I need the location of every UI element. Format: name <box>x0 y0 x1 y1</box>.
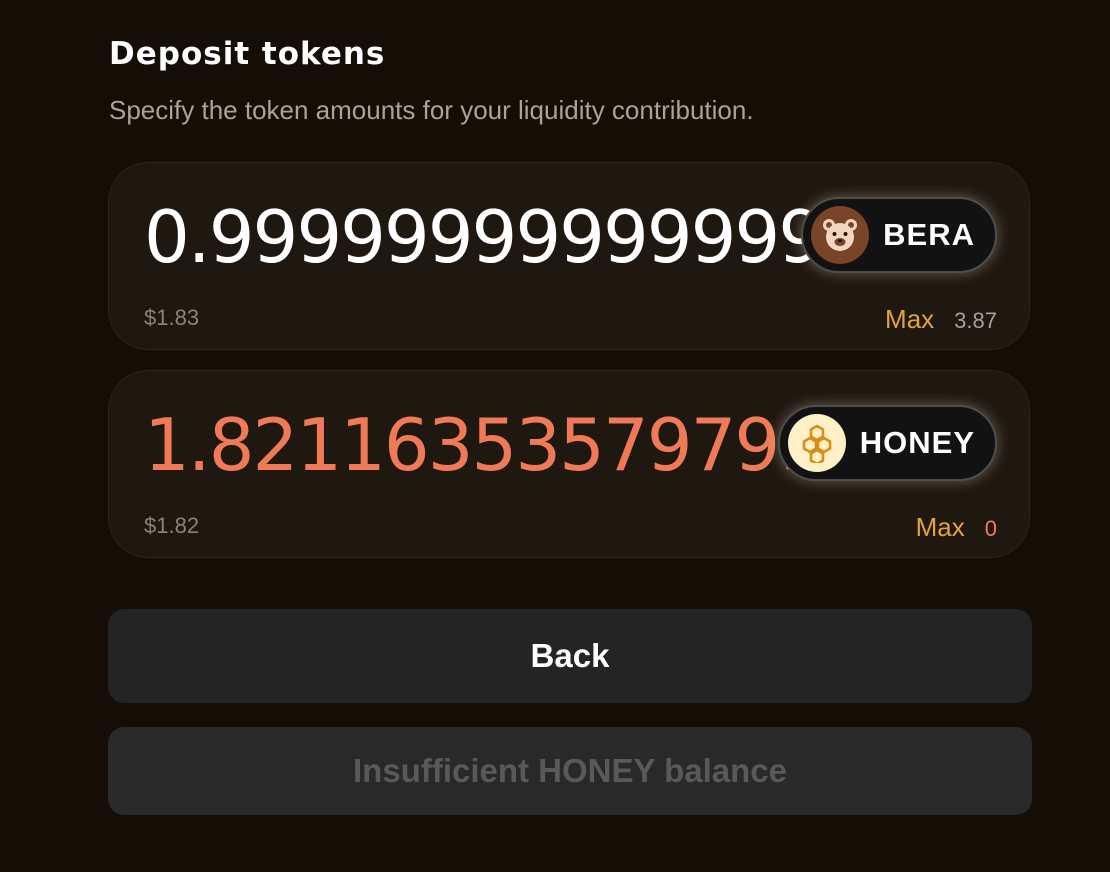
bera-usd-value: $1.83 <box>144 305 200 330</box>
honey-balance: 0 <box>984 516 997 541</box>
honey-token-card: 1.821163535797994 HONEY $1.82 Max 0 <box>108 370 1030 558</box>
page-subtitle: Specify the token amounts for your liqui… <box>109 95 754 125</box>
honey-balance-row: Max 0 <box>916 512 997 543</box>
insufficient-balance-button: Insufficient HONEY balance <box>108 727 1032 815</box>
bear-icon <box>811 206 870 264</box>
bera-token-card: 0.99999999999999 BERA $1.83 Max 3.87 <box>108 162 1030 350</box>
bera-amount-input[interactable]: 0.99999999999999 <box>144 191 864 283</box>
bera-token-selector[interactable]: BERA <box>801 197 997 273</box>
honeycomb-icon <box>787 414 846 472</box>
honey-usd-value: $1.82 <box>144 513 200 538</box>
bera-max-button[interactable]: Max <box>885 304 934 335</box>
page-title: Deposit tokens <box>109 36 386 72</box>
honey-token-symbol: HONEY <box>859 425 975 460</box>
bera-balance: 3.87 <box>954 308 997 333</box>
honey-max-button[interactable]: Max <box>916 512 965 543</box>
bera-balance-row: Max 3.87 <box>885 304 997 335</box>
honey-amount-input[interactable]: 1.821163535797994 <box>144 399 864 491</box>
back-button[interactable]: Back <box>108 609 1032 703</box>
honey-token-selector[interactable]: HONEY <box>777 405 997 481</box>
bera-token-symbol: BERA <box>883 217 975 252</box>
